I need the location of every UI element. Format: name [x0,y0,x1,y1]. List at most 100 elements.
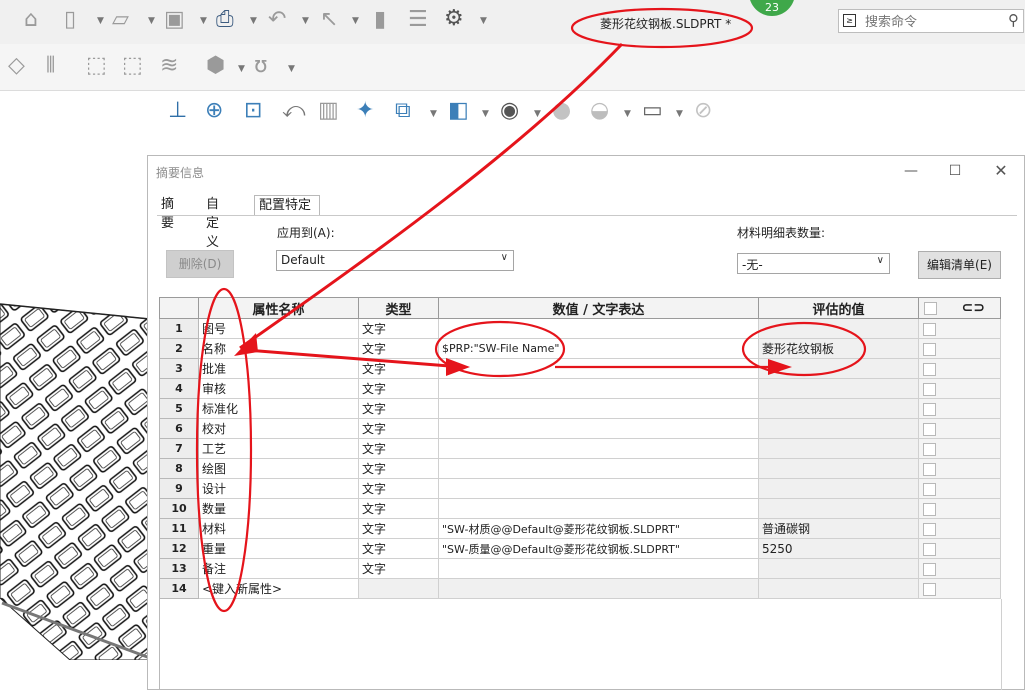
expression-cell[interactable] [438,398,759,419]
grid-empty-area[interactable] [159,599,1002,690]
property-name-cell[interactable]: 数量 [198,498,359,519]
link-checkbox-cell[interactable] [918,578,1001,599]
link-checkbox-cell[interactable] [918,498,1001,519]
property-name-cell[interactable]: 标准化 [198,398,359,419]
table-row[interactable]: 11 材料 文字 "SW-材质@@Default@菱形花纹钢板.SLDPRT" … [159,518,1001,539]
type-cell[interactable]: 文字 [358,558,439,579]
expression-cell[interactable] [438,438,759,459]
link-checkbox[interactable] [923,502,936,516]
link-checkbox[interactable] [923,322,936,336]
edit-appearance-icon[interactable]: ● [552,99,571,123]
type-cell[interactable]: 文字 [358,478,439,499]
chevron-down-icon[interactable]: ▼ [97,16,104,26]
link-checkbox-cell[interactable] [918,458,1001,479]
chevron-down-icon[interactable]: ▼ [250,16,257,26]
search-box[interactable]: ≥ ⚲ [838,9,1024,33]
chevron-down-icon[interactable]: ▼ [480,16,487,26]
tab-config-specific[interactable]: 配置特定 [254,195,320,215]
expression-cell[interactable] [438,318,759,339]
chevron-down-icon[interactable]: ▼ [238,64,245,74]
link-checkbox-cell[interactable] [918,378,1001,399]
column-header-expression[interactable]: 数值 / 文字表达 [438,297,759,319]
fold-icon[interactable]: ⬚ [122,54,143,78]
link-checkbox[interactable] [923,382,936,396]
link-checkbox-cell[interactable] [918,338,1001,359]
unfold-icon[interactable]: ⬚ [86,54,107,78]
view-orientation-icon[interactable]: ⧉ [395,99,411,123]
table-row[interactable]: 3 批准 文字 [159,358,1001,379]
property-name-cell[interactable]: 工艺 [198,438,359,459]
type-cell[interactable]: 文字 [358,338,439,359]
table-row[interactable]: 10 数量 文字 [159,498,1001,519]
dynamic-annotation-icon[interactable]: ✦ [356,99,374,123]
table-row[interactable]: 8 绘图 文字 [159,458,1001,479]
link-checkbox[interactable] [923,402,936,416]
chevron-down-icon[interactable]: ▼ [430,109,437,119]
traffic-light-icon[interactable]: ▮ [374,8,386,32]
new-property-cell[interactable]: <键入新属性> [198,578,359,599]
link-checkbox[interactable] [923,562,936,576]
expression-cell[interactable] [438,478,759,499]
property-name-cell[interactable]: 重量 [198,538,359,559]
flatten-icon[interactable]: ≋ [160,54,178,78]
table-row[interactable]: 2 名称 文字 $PRP:"SW-File Name" 菱形花纹钢板 [159,338,1001,359]
expression-cell[interactable] [438,458,759,479]
chevron-down-icon[interactable]: ▼ [200,16,207,26]
chevron-down-icon[interactable]: ▼ [288,64,295,74]
link-icon[interactable]: ⊂⊃ [962,300,985,316]
link-checkbox[interactable] [923,442,936,456]
type-cell[interactable]: 文字 [358,458,439,479]
expression-cell[interactable] [438,498,759,519]
link-checkbox[interactable] [923,542,936,556]
property-name-cell[interactable]: 材料 [198,518,359,539]
link-checkbox-cell[interactable] [918,438,1001,459]
link-checkbox-cell[interactable] [918,518,1001,539]
link-checkbox-cell[interactable] [918,398,1001,419]
zoom-area-icon[interactable]: ⊡ [244,99,262,123]
property-name-cell[interactable]: 设计 [198,478,359,499]
column-header-evaluated-value[interactable]: 评估的值 [758,297,919,319]
type-cell[interactable]: 文字 [358,518,439,539]
type-cell[interactable]: 文字 [358,538,439,559]
expression-cell[interactable] [438,578,759,599]
link-checkbox-cell[interactable] [918,558,1001,579]
hide-show-eye-icon[interactable]: ◉ [500,99,519,123]
column-header-type[interactable]: 类型 [358,297,439,319]
link-checkbox-cell[interactable] [918,418,1001,439]
chevron-down-icon[interactable]: ▼ [482,109,489,119]
table-row[interactable]: 4 审核 文字 [159,378,1001,399]
grid-corner-cell[interactable] [159,297,199,319]
table-row[interactable]: 1 图号 文字 [159,318,1001,339]
minimize-icon[interactable]: — [896,160,926,182]
property-name-cell[interactable]: 名称 [198,338,359,359]
property-name-cell[interactable]: 图号 [198,318,359,339]
apply-scene-icon[interactable]: ◒ [590,99,609,123]
gear-icon[interactable]: ⚙ [444,7,464,31]
property-name-cell[interactable]: 审核 [198,378,359,399]
type-cell[interactable]: 文字 [358,318,439,339]
table-row[interactable]: 13 备注 文字 [159,558,1001,579]
link-checkbox[interactable] [923,522,936,536]
table-row[interactable]: 7 工艺 文字 [159,438,1001,459]
type-cell[interactable] [358,578,439,599]
type-cell[interactable]: 文字 [358,418,439,439]
jog-icon[interactable]: ʊ [254,54,268,78]
select-all-checkbox[interactable] [924,302,937,315]
close-icon[interactable]: ✕ [986,160,1016,182]
link-checkbox[interactable] [923,582,936,596]
chevron-down-icon[interactable]: ▼ [624,109,631,119]
link-checkbox[interactable] [923,342,936,356]
home-icon[interactable]: ⌂ [24,8,38,32]
normal-to-icon[interactable]: ⊥ [168,99,187,123]
sketched-bend-icon[interactable]: ⬢ [206,54,225,78]
expression-cell[interactable]: $PRP:"SW-File Name" [438,338,759,359]
search-input[interactable] [863,12,1007,32]
link-checkbox[interactable] [923,362,936,376]
table-row[interactable]: 5 标准化 文字 [159,398,1001,419]
notification-badge[interactable]: 23 [749,0,795,16]
type-cell[interactable]: 文字 [358,358,439,379]
new-document-icon[interactable]: ▯ [64,8,76,32]
type-cell[interactable]: 文字 [358,438,439,459]
type-cell[interactable]: 文字 [358,398,439,419]
expression-cell[interactable] [438,378,759,399]
